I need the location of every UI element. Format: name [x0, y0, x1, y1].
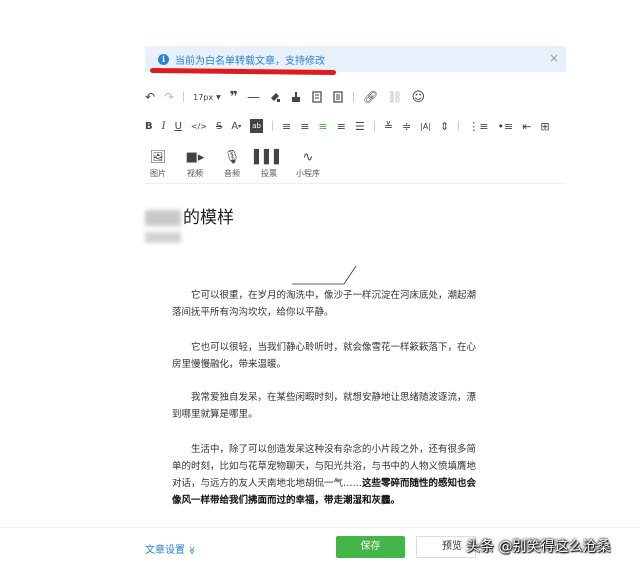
article-paragraph[interactable]: 我常爱独自发呆，在某些闲暇时刻，就想安静地让思绪随波逐流，漂到哪里就算是哪里。 [172, 389, 477, 423]
media-audio-button[interactable]: 🎙︎ 音频 [216, 150, 248, 179]
format-brush-icon[interactable] [269, 90, 281, 104]
horizontal-rule-icon[interactable]: — [247, 90, 260, 105]
save-button[interactable]: 保存 [336, 536, 405, 558]
media-label: 视频 [187, 169, 203, 178]
toolbar-separator [271, 121, 273, 131]
chevron-down-icon[interactable]: ▼ [216, 90, 221, 104]
article-settings-button[interactable]: 文章设置 ≫ [145, 541, 197, 556]
blurred-author[interactable] [145, 232, 181, 243]
close-icon[interactable]: × [549, 51, 559, 65]
underline-icon[interactable]: U [175, 119, 182, 133]
align-right-icon[interactable]: ≡ [318, 119, 327, 133]
toolbar-separator [183, 92, 185, 102]
blurred-title-prefix [145, 210, 181, 226]
toolbar-separator [458, 121, 460, 131]
strikethrough-icon[interactable]: S [216, 119, 222, 133]
article-paragraph[interactable]: 它可以很重，在岁月的淘洗中，像沙子一样沉淀在河床底处，潮起潮落间抚平所有沟沟坎坎… [172, 287, 477, 321]
vote-icon: ▌▌▌ [254, 150, 284, 165]
decorative-line [292, 266, 357, 285]
code-icon[interactable]: </> [191, 119, 207, 133]
indent-icon[interactable]: ☰ [355, 119, 365, 133]
media-image-button[interactable]: 🖼︎ 图片 [142, 150, 174, 179]
line-height-icon[interactable]: ⇕ [440, 119, 449, 133]
chevron-down-icon: ≫ [187, 546, 197, 555]
settings-label: 文章设置 [145, 545, 185, 556]
mini-program-icon: ∿ [302, 150, 314, 165]
undo-icon[interactable]: ↶ [145, 90, 155, 104]
align-justify-icon[interactable]: ≡ [337, 119, 346, 133]
paragraph-spacing-icon[interactable]: ≑ [402, 119, 411, 133]
vertical-align-icon[interactable]: ≚ [384, 119, 393, 133]
media-label: 音频 [224, 169, 240, 178]
article-title-text: 的模样 [183, 208, 234, 228]
media-vote-button[interactable]: ▌▌▌ 投票 [253, 150, 285, 179]
info-icon: i [158, 54, 169, 65]
media-label: 图片 [150, 169, 166, 178]
toolbar-row-2: B I U </> S A ▾ ab ≡ ≡ ≡ ≡ ☰ ≚ ≑ |A| ⇕ ⋮≡… [145, 119, 559, 133]
table-icon[interactable]: ⊞ [540, 119, 549, 133]
toolbar-row-1: ↶ ↷ 17px ▼ ❞ — 🔗︎ ⛓︎ ☺ [145, 89, 434, 105]
red-underline-annotation [149, 68, 337, 75]
image-icon: 🖼︎ [149, 150, 167, 165]
media-label: 小程序 [296, 169, 320, 178]
font-size-select[interactable]: 17px [193, 90, 213, 104]
media-video-button[interactable]: ■▸ 视频 [179, 150, 211, 179]
footer-divider [0, 527, 640, 528]
clear-format-icon[interactable] [290, 90, 302, 104]
unordered-list-icon[interactable]: •≡ [497, 119, 513, 133]
audio-icon: 🎙︎ [223, 150, 241, 165]
media-label: 投票 [261, 169, 277, 178]
notice-text: 当前为白名单转载文章，支持修改 [175, 56, 325, 67]
article-title[interactable]: 的模样 [145, 203, 234, 228]
toolbar-separator [352, 92, 354, 102]
document-icon[interactable] [332, 90, 344, 104]
background-color-icon[interactable]: ab [250, 119, 263, 133]
article-paragraph[interactable]: 生活中，除了可以创造发呆这种没有杂念的小片段之外，还有很多简单的时刻，比如与花草… [172, 441, 477, 509]
italic-icon[interactable]: I [162, 119, 166, 133]
insert-template-icon[interactable] [311, 90, 323, 104]
watermark: 头条 @别笑得这么沧桑 [466, 539, 611, 555]
video-icon: ■▸ [185, 150, 205, 165]
align-left-icon[interactable]: ≡ [282, 119, 291, 133]
ordered-list-icon[interactable]: ⋮≡ [468, 119, 488, 133]
emoji-icon[interactable]: ☺ [411, 90, 425, 105]
media-mini-program-button[interactable]: ∿ 小程序 [292, 150, 324, 179]
bold-icon[interactable]: B [145, 119, 153, 133]
toolbar-divider [145, 183, 566, 184]
letter-spacing-icon[interactable]: |A| [420, 119, 431, 133]
link-icon[interactable]: 🔗︎ [363, 90, 378, 104]
align-center-icon[interactable]: ≡ [300, 119, 309, 133]
unlink-icon[interactable]: ⛓︎ [387, 90, 402, 104]
blockquote-icon[interactable]: ❞ [230, 89, 238, 105]
redo-icon[interactable]: ↷ [164, 90, 174, 104]
outdent-icon[interactable]: ⇤ [522, 119, 531, 133]
article-paragraph[interactable]: 它也可以很轻，当我们静心聆听时，就会像雪花一样簌簌落下，在心房里慢慢融化，带来温… [172, 339, 477, 373]
toolbar-separator [373, 121, 375, 131]
font-color-icon[interactable]: A ▾ [231, 119, 241, 133]
